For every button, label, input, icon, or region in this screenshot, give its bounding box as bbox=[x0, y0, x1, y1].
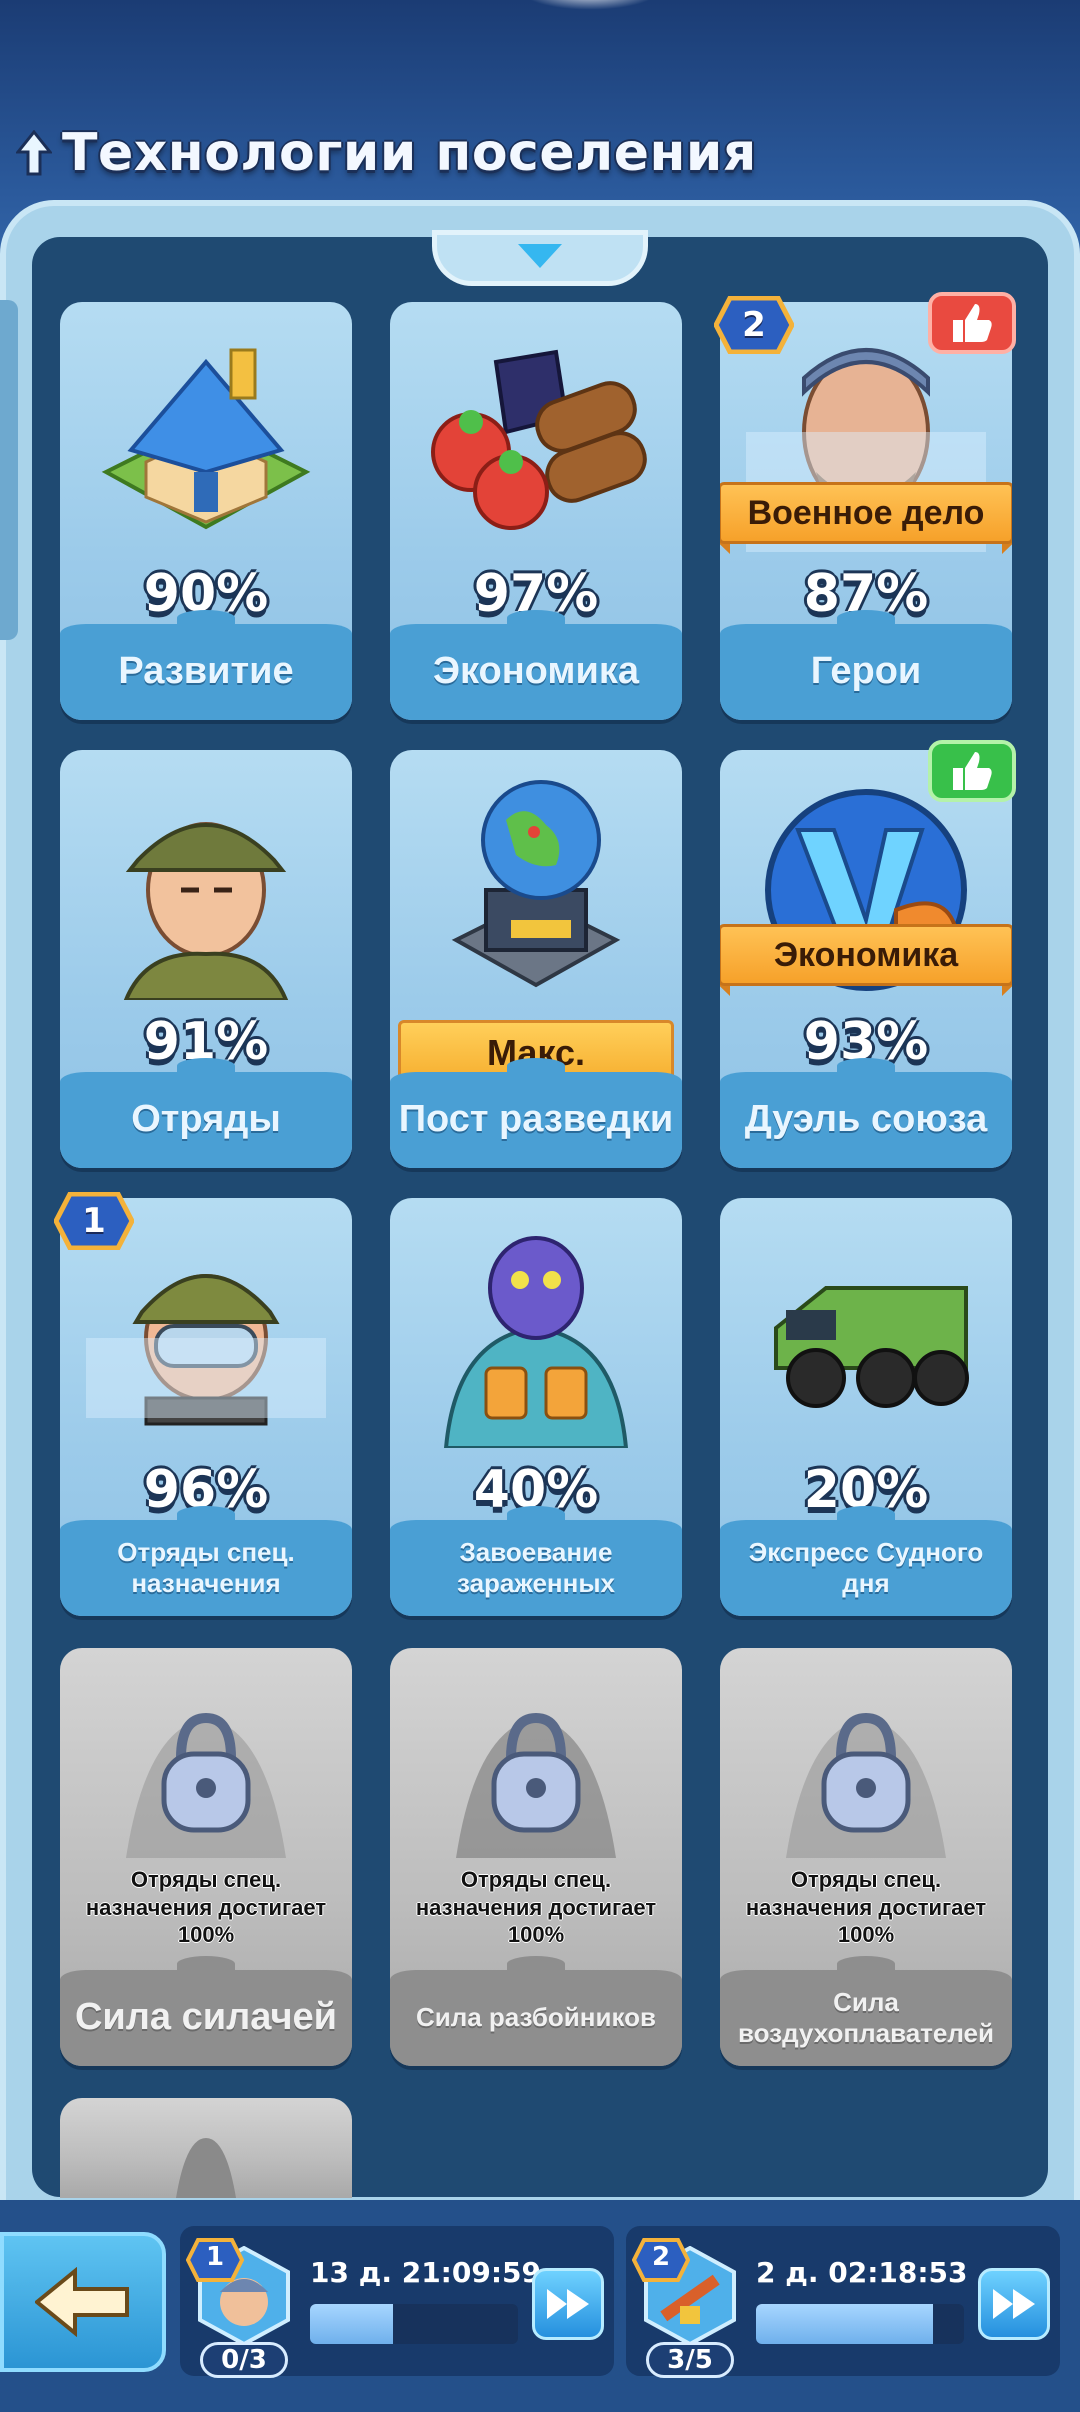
house-icon bbox=[60, 312, 352, 562]
card-heroes[interactable]: Военное дело 87% Герои bbox=[720, 302, 1012, 720]
card-alliance-duel[interactable]: Экономика 93% Дуэль союза bbox=[720, 750, 1012, 1168]
card-bandits[interactable]: Отряды спец. назначения достигает 100% С… bbox=[390, 1648, 682, 2066]
card-label: Дуэль союза bbox=[744, 1098, 988, 1141]
upgrade-arrow-icon bbox=[14, 129, 54, 176]
card-squads[interactable]: 91% Отряды bbox=[60, 750, 352, 1168]
card-infected[interactable]: 40% Завоевание зараженных bbox=[390, 1198, 682, 1616]
card-label: Отряды спец. назначения bbox=[117, 1536, 295, 1598]
card-label: Сила воздухоплавателей bbox=[738, 1986, 994, 2048]
queue-count: 0/3 bbox=[200, 2342, 288, 2378]
card-aeronauts[interactable]: Отряды спец. назначения достигает 100% С… bbox=[720, 1648, 1012, 2066]
zombie-icon bbox=[390, 1208, 682, 1458]
side-scroll-tab[interactable] bbox=[0, 300, 18, 640]
queue-count: 3/5 bbox=[646, 2342, 734, 2378]
queue-timer: 2 д. 02:18:53 bbox=[756, 2256, 968, 2289]
unlock-requirement: Отряды спец. назначения достигает 100% bbox=[415, 1867, 657, 1947]
armored-truck-icon bbox=[720, 1208, 1012, 1458]
queue-badge: 1 bbox=[186, 2238, 244, 2282]
card-label: Завоевание зараженных bbox=[456, 1536, 615, 1598]
fast-forward-icon bbox=[547, 2289, 589, 2319]
chevron-down-icon[interactable] bbox=[518, 244, 562, 268]
card-special-squads[interactable]: 96% Отряды спец. назначения bbox=[60, 1198, 352, 1616]
card-label: Сила разбойников bbox=[415, 2002, 657, 2033]
resources-icon bbox=[390, 312, 682, 562]
radar-globe-icon bbox=[390, 760, 682, 1010]
card-strongmen[interactable]: Отряды спец. назначения достигает 100% С… bbox=[60, 1648, 352, 2066]
card-label: Сила силачей bbox=[74, 1996, 337, 2039]
soldier-icon bbox=[60, 760, 352, 1010]
top-light-glow bbox=[520, 0, 660, 10]
unlock-requirement: Отряды спец. назначения достигает 100% bbox=[745, 1867, 987, 1947]
ribbon-economy: Экономика bbox=[720, 924, 1012, 996]
thumbs-up-icon[interactable] bbox=[928, 740, 1016, 802]
arrow-left-icon bbox=[35, 2267, 129, 2337]
speed-up-button[interactable] bbox=[978, 2268, 1050, 2340]
ribbon-military: Военное дело bbox=[720, 482, 1012, 554]
speed-up-button[interactable] bbox=[532, 2268, 604, 2340]
page-title: Технологии поселения bbox=[62, 123, 757, 183]
page-header: Технологии поселения bbox=[14, 118, 757, 188]
back-button[interactable] bbox=[0, 2232, 166, 2372]
card-doomsday[interactable]: 20% Экспресс Судного дня bbox=[720, 1198, 1012, 1616]
card-label: Пост разведки bbox=[398, 1098, 674, 1141]
thumbs-down-icon[interactable] bbox=[928, 292, 1016, 354]
unlock-requirement: Отряды спец. назначения достигает 100% bbox=[85, 1867, 327, 1947]
queue-timer: 13 д. 21:09:59 bbox=[310, 2256, 541, 2289]
queue-badge: 2 bbox=[632, 2238, 690, 2282]
card-label: Отряды bbox=[131, 1098, 281, 1141]
queue-progress-bar bbox=[310, 2304, 518, 2344]
card-label: Экономика bbox=[432, 650, 640, 693]
lock-icon bbox=[60, 2098, 352, 2198]
level-badge: 1 bbox=[54, 1192, 134, 1250]
card-label: Развитие bbox=[118, 650, 294, 693]
card-label: Экспресс Судного дня bbox=[748, 1536, 984, 1598]
queue-progress-bar bbox=[756, 2304, 964, 2344]
card-economy[interactable]: 97% Экономика bbox=[390, 302, 682, 720]
card-recon[interactable]: Макс. Пост разведки bbox=[390, 750, 682, 1168]
research-queue-1[interactable]: 1 0/3 13 д. 21:09:59 bbox=[180, 2226, 614, 2378]
fast-forward-icon bbox=[993, 2289, 1035, 2319]
card-development[interactable]: 90% Развитие bbox=[60, 302, 352, 720]
card-label: Герои bbox=[810, 650, 922, 693]
research-queue-2[interactable]: 2 3/5 2 д. 02:18:53 bbox=[626, 2226, 1060, 2378]
card-partial[interactable] bbox=[60, 2098, 352, 2198]
level-badge: 2 bbox=[714, 296, 794, 354]
